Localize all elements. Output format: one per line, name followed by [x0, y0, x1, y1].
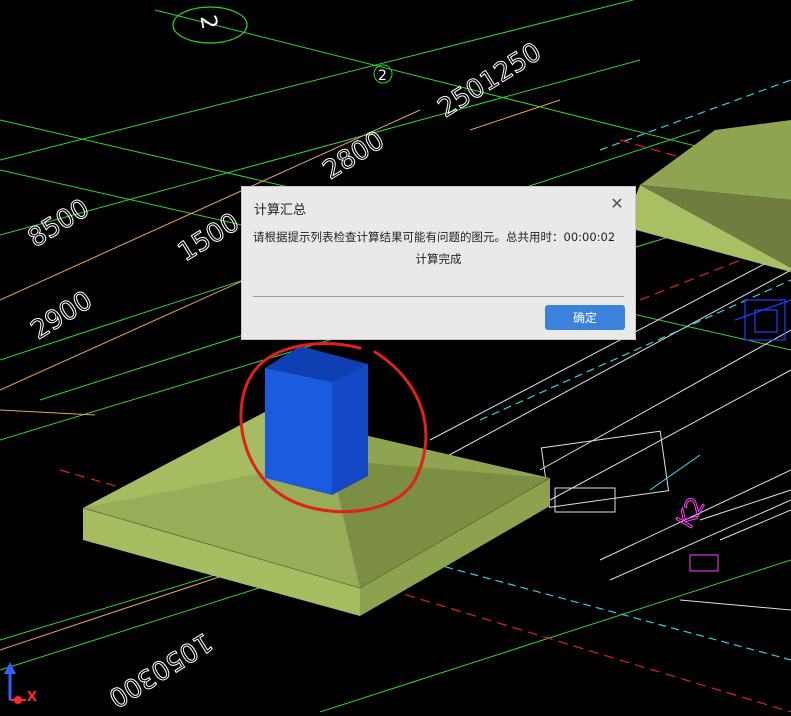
dialog-status: 计算完成	[415, 252, 462, 266]
column-3d[interactable]	[265, 346, 368, 495]
ok-button[interactable]: 确定	[545, 305, 625, 330]
axis-x-label: X	[27, 690, 38, 705]
close-icon[interactable]: ✕	[609, 196, 625, 212]
dim-text-2800: 2800	[318, 125, 390, 186]
grid-axis-label: 2	[378, 68, 387, 84]
element-label-text: K2	[671, 492, 711, 533]
grid-axis-marker: 2	[373, 64, 393, 84]
cad-3d-viewport[interactable]: 2 2 2501250 2800 8500 1500 2900 1050300 …	[0, 0, 791, 712]
dim-text-8500: 8500	[23, 193, 95, 254]
element-label: K2	[649, 454, 719, 572]
footing-upper-right[interactable]	[636, 120, 791, 272]
dialog-title: 计算汇总	[254, 203, 307, 218]
blue-cad-symbols	[734, 299, 791, 341]
dim-text-2900: 2900	[26, 285, 98, 346]
grid-lines	[0, 0, 791, 712]
axis-arrow-icon	[4, 662, 26, 704]
dim-text-1050300: 1050300	[103, 626, 217, 712]
dialog-message: 请根据提示列表检查计算结果可能有问题的图元。总共用时：00:00:02	[253, 230, 616, 244]
grid-bubble-label: 2	[194, 13, 221, 31]
dialog-divider	[253, 296, 624, 297]
dim-text-2501250: 2501250	[433, 37, 547, 124]
calculation-summary-dialog: 计算汇总 ✕ 请根据提示列表检查计算结果可能有问题的图元。总共用时：00:00:…	[241, 186, 636, 340]
axis-indicator: X	[0, 660, 50, 712]
grid-bubble: 2	[172, 6, 248, 44]
